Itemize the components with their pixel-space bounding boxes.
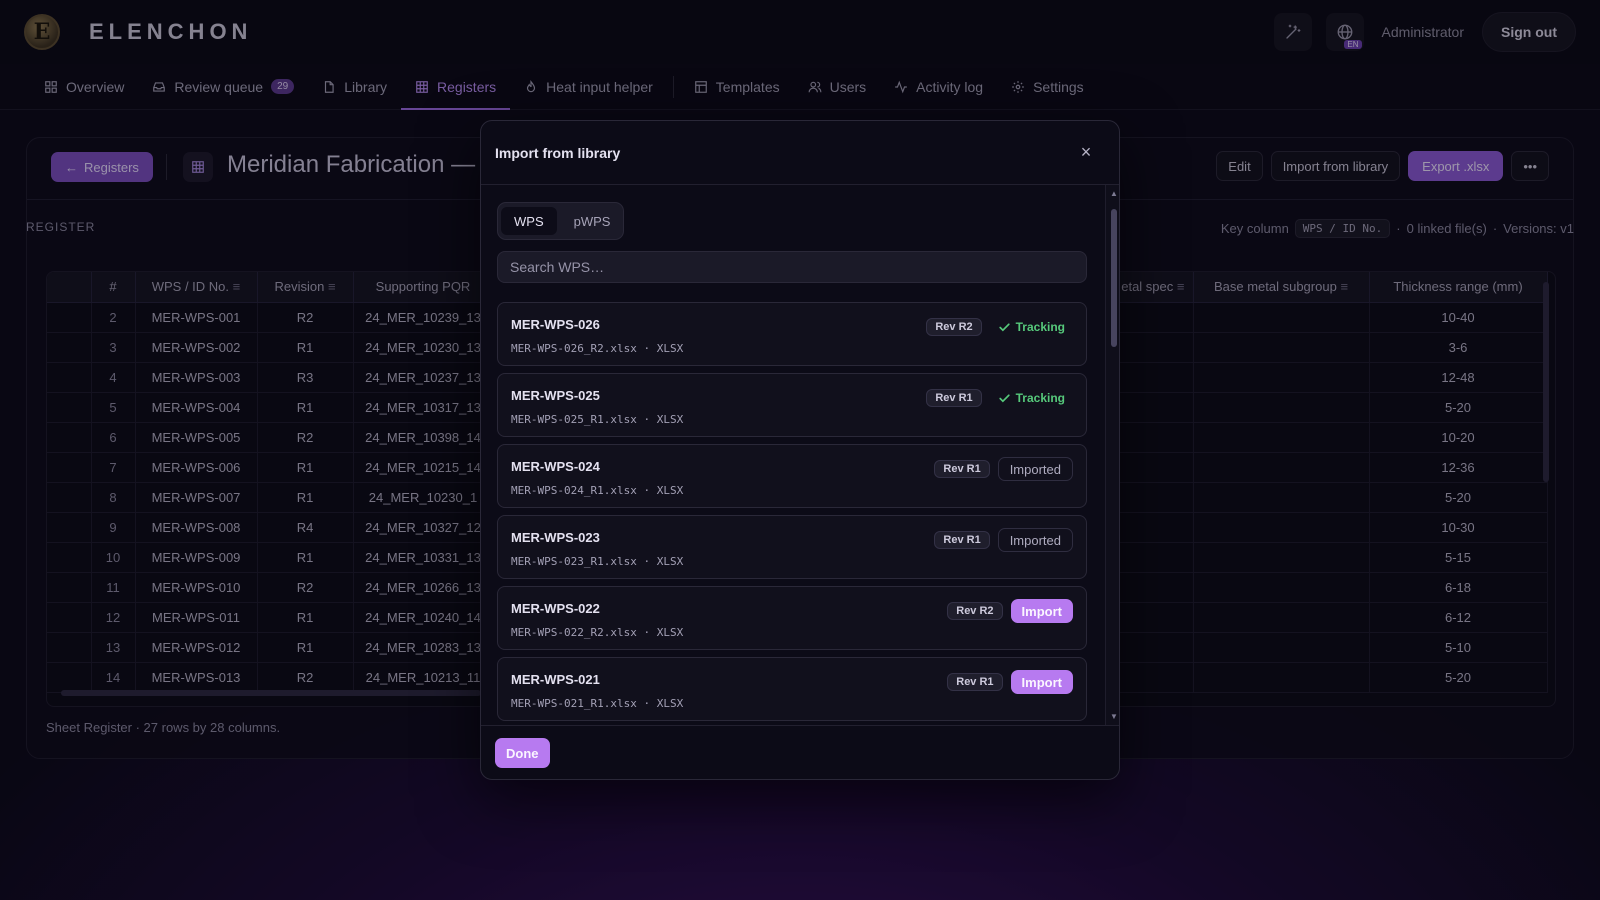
- import-button[interactable]: Import: [1010, 670, 1073, 694]
- check-icon: [998, 393, 1010, 402]
- library-item: MER-WPS-022 MER-WPS-022_R2.xlsx · XLSX Rev…: [497, 586, 1087, 650]
- tracking-label: Tracking: [1015, 320, 1065, 334]
- close-button[interactable]: ×: [1075, 141, 1097, 163]
- item-actions: Rev R1 Imported: [934, 528, 1073, 552]
- revision-badge: Rev R1: [947, 673, 1003, 691]
- item-name: MER-WPS-025: [511, 388, 600, 403]
- library-item-list: MER-WPS-026 MER-WPS-026_R2.xlsx · XLSX Rev…: [497, 302, 1087, 725]
- library-item: MER-WPS-021 MER-WPS-021_R1.xlsx · XLSX Rev…: [497, 657, 1087, 721]
- library-item: MER-WPS-023 MER-WPS-023_R1.xlsx · XLSX Rev…: [497, 515, 1087, 579]
- modal-footer: Done: [481, 725, 1119, 779]
- imported-status: Imported: [997, 528, 1073, 552]
- toggle-wps[interactable]: WPS: [501, 207, 557, 235]
- scrollbar-thumb[interactable]: [1111, 209, 1117, 347]
- library-item: MER-WPS-026 MER-WPS-026_R2.xlsx · XLSX Rev…: [497, 302, 1087, 366]
- item-actions: Rev R1 Imported: [934, 457, 1073, 481]
- tracking-status: Tracking: [990, 320, 1073, 334]
- item-name: MER-WPS-023: [511, 530, 600, 545]
- toggle-pwps[interactable]: pWPS: [561, 207, 624, 235]
- close-icon: ×: [1080, 141, 1092, 162]
- item-actions: Rev R1 Import: [947, 670, 1073, 694]
- revision-badge: Rev R2: [926, 318, 982, 336]
- type-toggle: WPS pWPS: [497, 202, 624, 240]
- scroll-up-arrow-icon[interactable]: ▲: [1109, 189, 1119, 198]
- tracking-status: Tracking: [990, 391, 1073, 405]
- item-file: MER-WPS-021_R1.xlsx · XLSX: [511, 697, 684, 710]
- item-file: MER-WPS-024_R1.xlsx · XLSX: [511, 484, 684, 497]
- revision-badge: Rev R2: [947, 602, 1003, 620]
- item-file: MER-WPS-022_R2.xlsx · XLSX: [511, 626, 684, 639]
- item-name: MER-WPS-024: [511, 459, 600, 474]
- modal-header: Import from library ×: [481, 121, 1119, 185]
- modal-body: WPS pWPS MER-WPS-026 MER-WPS-026_R2.xlsx …: [481, 185, 1119, 725]
- tracking-label: Tracking: [1015, 391, 1065, 405]
- search-wps-input[interactable]: [497, 251, 1087, 283]
- item-file: MER-WPS-025_R1.xlsx · XLSX: [511, 413, 684, 426]
- modal-title: Import from library: [495, 145, 621, 161]
- revision-badge: Rev R1: [934, 460, 990, 478]
- import-button[interactable]: Import: [1010, 599, 1073, 623]
- item-file: MER-WPS-026_R2.xlsx · XLSX: [511, 342, 684, 355]
- library-item: MER-WPS-024 MER-WPS-024_R1.xlsx · XLSX Rev…: [497, 444, 1087, 508]
- item-name: MER-WPS-021: [511, 672, 600, 687]
- item-file: MER-WPS-023_R1.xlsx · XLSX: [511, 555, 684, 568]
- imported-status: Imported: [997, 457, 1073, 481]
- revision-badge: Rev R1: [934, 531, 990, 549]
- revision-badge: Rev R1: [926, 389, 982, 407]
- item-name: MER-WPS-022: [511, 601, 600, 616]
- item-actions: Rev R1 Tracking: [926, 386, 1073, 410]
- item-name: MER-WPS-026: [511, 317, 600, 332]
- item-actions: Rev R2 Import: [947, 599, 1073, 623]
- import-from-library-dialog: Import from library × WPS pWPS MER-WPS-0…: [480, 120, 1120, 780]
- scroll-down-arrow-icon[interactable]: ▼: [1109, 712, 1119, 721]
- done-button[interactable]: Done: [495, 738, 550, 768]
- item-actions: Rev R2 Tracking: [926, 315, 1073, 339]
- check-icon: [998, 322, 1010, 331]
- modal-scrollbar[interactable]: ▲ ▼: [1105, 185, 1119, 725]
- library-item: MER-WPS-025 MER-WPS-025_R1.xlsx · XLSX Rev…: [497, 373, 1087, 437]
